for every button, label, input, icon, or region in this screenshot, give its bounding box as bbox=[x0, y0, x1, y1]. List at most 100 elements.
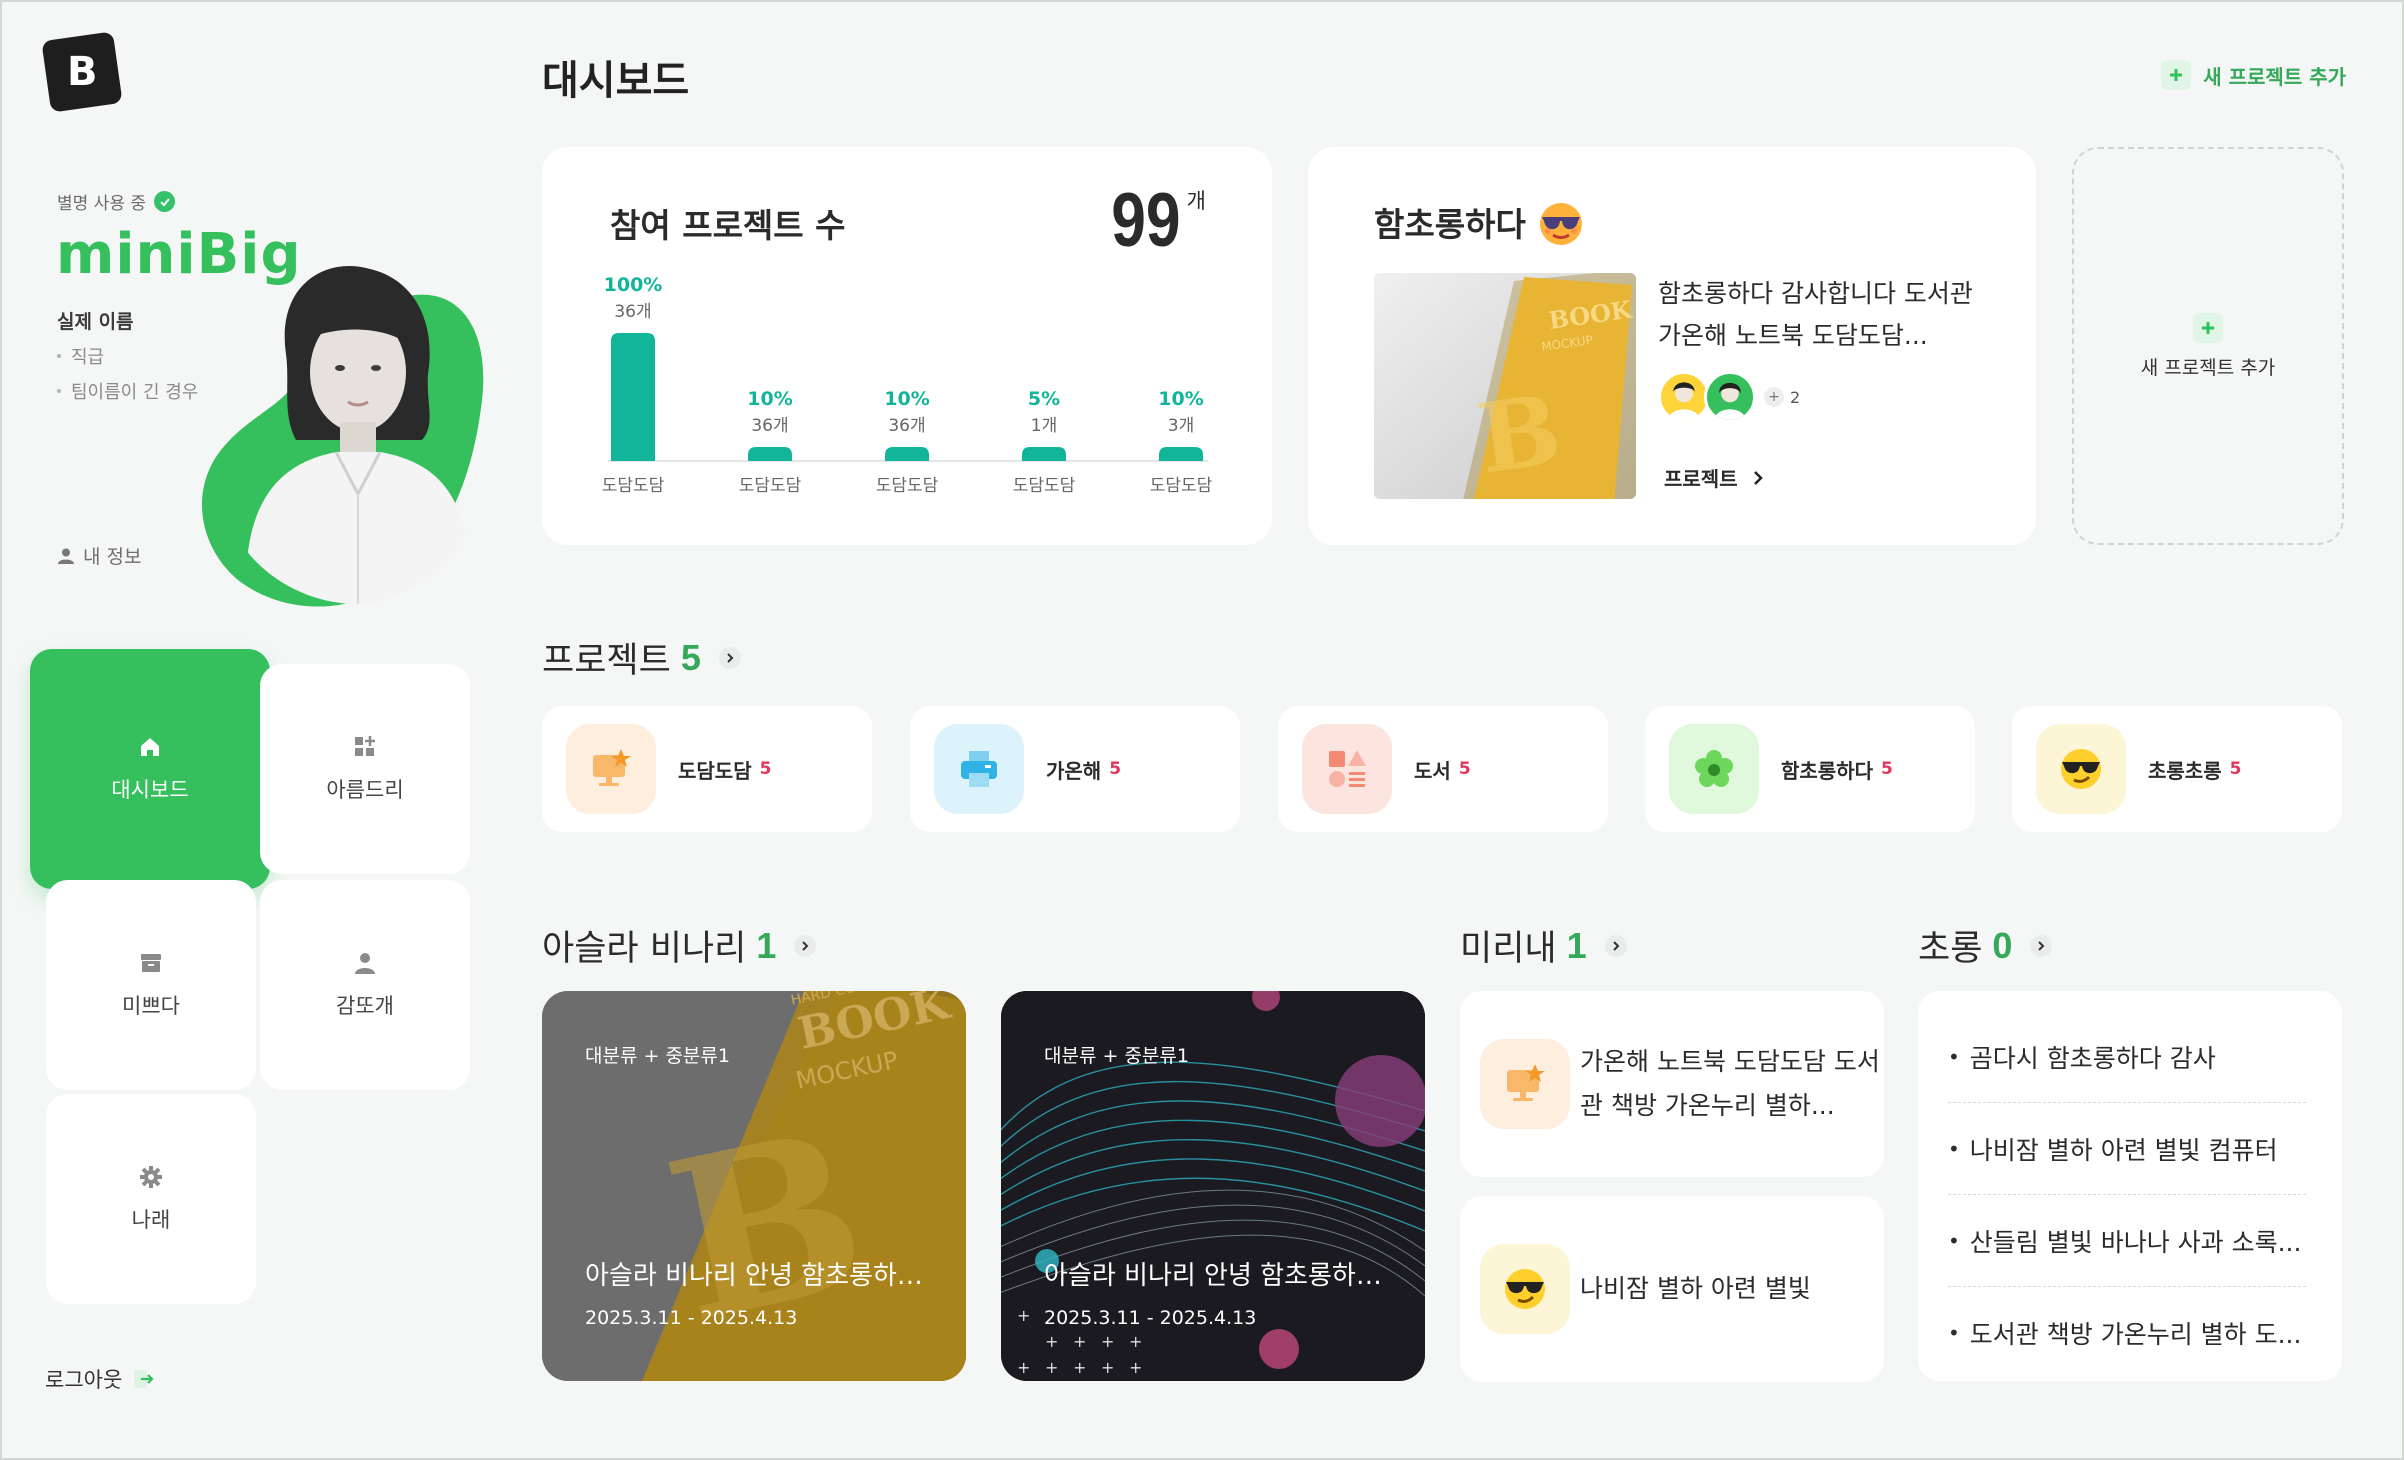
chart-bar bbox=[1022, 447, 1066, 461]
logout-button[interactable]: 로그아웃 bbox=[45, 1364, 154, 1394]
featured-project-link[interactable]: 프로젝트 bbox=[1664, 463, 1764, 492]
media-card[interactable]: BOOK MOCKUP HARD COVER B 대분류 + 중분류1 아슬라 … bbox=[542, 991, 966, 1381]
svg-text:+: + bbox=[1045, 1358, 1058, 1377]
add-project-button[interactable]: 새 프로젝트 추가 bbox=[2161, 60, 2346, 90]
project-count: 5 bbox=[759, 759, 772, 779]
svg-text:+: + bbox=[1017, 1358, 1030, 1377]
svg-text:+: + bbox=[1101, 1332, 1114, 1351]
chart-category-label: 도담도담 bbox=[739, 476, 802, 496]
project-count: 5 bbox=[1109, 759, 1122, 779]
plus-icon bbox=[2193, 312, 2223, 343]
participation-chart-card: 참여 프로젝트 수 99 개 100% 36개 도담도담 10% 36개 도담도담 10% 3… bbox=[542, 147, 1272, 545]
list-item[interactable]: • 곰다시 함초롱하다 감사 bbox=[1948, 1011, 2306, 1103]
projects-title-text: 프로젝트 bbox=[542, 641, 671, 681]
printer-icon bbox=[934, 724, 1024, 814]
svg-text:+: + bbox=[1073, 1358, 1086, 1377]
chart-count-label: 36개 bbox=[751, 416, 788, 436]
project-name: 함초롱하다 bbox=[1781, 758, 1873, 783]
mirinae-item[interactable]: 나비잠 별하 아련 별빛 bbox=[1460, 1196, 1884, 1382]
plus-icon bbox=[2161, 60, 2192, 90]
project-count: 5 bbox=[2229, 759, 2242, 779]
list-item[interactable]: • 산들림 별빛 바나나 사과 소록... bbox=[1948, 1195, 2306, 1287]
project-card-hamchoronghada[interactable]: 함초롱하다 5 bbox=[1645, 706, 1975, 832]
add-project-card[interactable]: 새 프로젝트 추가 bbox=[2072, 147, 2344, 545]
profile-team: 팀이름이 긴 경우 bbox=[57, 378, 198, 404]
media-card[interactable]: + + + + + + + + + + 대분류 + 중분류1 아슬라 비나리 안녕 함초롱하다..… bbox=[1001, 991, 1425, 1381]
chevron-right-icon bbox=[794, 934, 817, 957]
nav-areumdeuri[interactable]: 아름드리 bbox=[260, 664, 470, 874]
chart-percent-label: 10% bbox=[1158, 388, 1203, 410]
svg-text:+: + bbox=[1073, 1332, 1086, 1351]
chart-bar bbox=[611, 333, 655, 461]
chevron-right-icon bbox=[1753, 470, 1763, 485]
project-name: 도서 bbox=[1414, 758, 1451, 783]
featured-project-title-text: 함초롱하다 bbox=[1374, 205, 1526, 244]
mirinae-item[interactable]: 가온해 노트북 도담도담 도서관 책방 가온누리 별하... bbox=[1460, 991, 1884, 1177]
list-item[interactable]: • 도서관 책방 가온누리 별하 도... bbox=[1948, 1287, 2306, 1379]
chevron-right-icon bbox=[1604, 934, 1627, 957]
logout-label: 로그아웃 bbox=[45, 1368, 123, 1392]
avatar bbox=[1658, 371, 1710, 423]
apps-plus-icon bbox=[352, 734, 378, 760]
media-card-title: 아슬라 비나리 안녕 함초롱하다... bbox=[585, 1261, 945, 1291]
my-info-link[interactable]: 내 정보 bbox=[57, 542, 141, 569]
featured-project-card[interactable]: 함초롱하다 BOOK MOCKUP B 함초롱하다 감사합니다 도서관 가온해 … bbox=[1308, 147, 2036, 545]
mirinae-item-text: 가온해 노트북 도담도담 도서관 책방 가온누리 별하... bbox=[1580, 1047, 1880, 1120]
mirinae-count: 1 bbox=[1566, 924, 1587, 966]
logout-icon bbox=[134, 1370, 154, 1388]
featured-project-text: 함초롱하다 감사합니다 도서관 가온해 노트북 도담도담... bbox=[1658, 279, 1973, 350]
list-item-text: 곰다시 함초롱하다 감사 bbox=[1969, 1043, 2216, 1073]
chart-count-label: 3개 bbox=[1168, 416, 1194, 436]
chart-bar bbox=[1159, 447, 1203, 461]
app-logo[interactable]: B bbox=[41, 31, 123, 113]
my-info-label: 내 정보 bbox=[83, 546, 142, 568]
mirinae-title-text: 미리내 bbox=[1460, 929, 1557, 969]
chevron-right-icon bbox=[2030, 934, 2053, 957]
nickname-status: 별명 사용 중 bbox=[57, 189, 176, 214]
project-card-dodamdodam[interactable]: 도담도담 5 bbox=[542, 706, 872, 832]
chart-percent-label: 100% bbox=[604, 274, 663, 296]
chart-category-label: 도담도담 bbox=[1013, 476, 1076, 496]
chart-category-label: 도담도담 bbox=[1150, 476, 1213, 496]
home-icon bbox=[137, 734, 163, 760]
archive-icon bbox=[138, 950, 164, 976]
more-members: + 2 bbox=[1764, 387, 1800, 407]
nav-mippeuda[interactable]: 미쁘다 bbox=[46, 880, 256, 1090]
asla-section-title[interactable]: 아슬라 비나리 1 bbox=[542, 920, 817, 971]
book-mockup-image: BOOK MOCKUP B bbox=[1374, 273, 1636, 499]
media-card-title: 아슬라 비나리 안녕 함초롱하다... bbox=[1044, 1261, 1404, 1291]
sunglasses-emoji-icon bbox=[1539, 203, 1582, 245]
add-project-card-label: 새 프로젝트 추가 bbox=[2140, 356, 2276, 379]
nav-gamttogae[interactable]: 감또개 bbox=[260, 880, 470, 1090]
more-members-count: 2 bbox=[1790, 387, 1801, 407]
mirinae-section-title[interactable]: 미리내 1 bbox=[1460, 920, 1627, 971]
chorong-section-title[interactable]: 초롱 0 bbox=[1918, 920, 2053, 971]
mirinae-item-text: 나비잠 별하 아련 별빛 bbox=[1580, 1274, 1811, 1303]
svg-text:+: + bbox=[1129, 1332, 1142, 1351]
project-card-gaonhae[interactable]: 가온해 5 bbox=[910, 706, 1240, 832]
user-icon bbox=[352, 950, 378, 976]
featured-project-link-label: 프로젝트 bbox=[1664, 467, 1738, 491]
nav-areumdeuri-label: 아름드리 bbox=[326, 778, 404, 802]
chorong-count: 0 bbox=[1992, 924, 2013, 966]
list-item[interactable]: • 나비잠 별하 아련 별빛 컴퓨터 bbox=[1948, 1103, 2306, 1195]
sunglasses-emoji-icon bbox=[2036, 724, 2126, 814]
svg-text:+: + bbox=[1045, 1332, 1058, 1351]
user-icon bbox=[58, 548, 74, 564]
monitor-star-icon bbox=[1480, 1039, 1570, 1129]
project-card-doseo[interactable]: 도서 5 bbox=[1278, 706, 1608, 832]
media-card-tag: 대분류 + 중분류1 bbox=[1044, 1045, 1189, 1067]
projects-section-title[interactable]: 프로젝트 5 bbox=[542, 632, 741, 683]
project-card-chorongchorong[interactable]: 초롱초롱 5 bbox=[2012, 706, 2342, 832]
nav-dashboard-label: 대시보드 bbox=[111, 778, 189, 802]
nav-narae[interactable]: 나래 bbox=[46, 1094, 256, 1304]
chorong-list-card: • 곰다시 함초롱하다 감사 • 나비잠 별하 아련 별빛 컴퓨터 • 산들림 별빛 … bbox=[1918, 991, 2342, 1381]
chart-category-label: 도담도담 bbox=[876, 476, 939, 496]
gear-icon bbox=[138, 1164, 164, 1190]
plus-icon: + bbox=[1764, 387, 1784, 407]
profile-avatar bbox=[245, 265, 472, 604]
chart-count-label: 1개 bbox=[1031, 416, 1057, 436]
member-avatars[interactable]: + 2 bbox=[1658, 371, 1800, 423]
nav-dashboard[interactable]: 대시보드 bbox=[30, 649, 270, 889]
check-icon bbox=[154, 191, 176, 212]
